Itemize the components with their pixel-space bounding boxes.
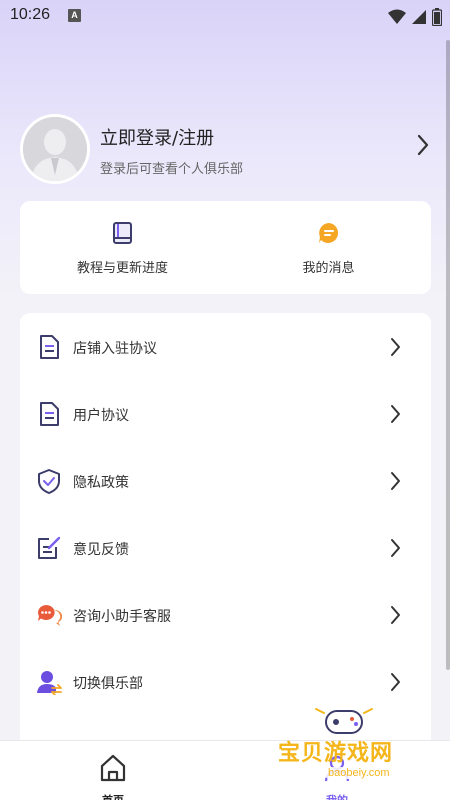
chevron-right-icon: [391, 405, 400, 423]
status-time: 10:26: [10, 6, 51, 23]
status-icons: [387, 6, 442, 26]
chat-bubbles-icon: [38, 604, 62, 626]
chevron-right-icon: [391, 539, 400, 557]
list-item-label: 意见反馈: [73, 542, 129, 558]
default-avatar-icon: [23, 117, 87, 181]
list-item-label: 切换俱乐部: [73, 676, 143, 692]
list-item-privacy-policy[interactable]: 隐私政策: [20, 447, 431, 514]
watermark-text: 宝贝游戏网: [278, 741, 394, 766]
quick-actions-card: 教程与更新进度 我的消息: [20, 201, 431, 294]
wifi-icon: [387, 9, 406, 24]
signal-icon: [411, 9, 426, 24]
watermark-url: baobeiy.com: [324, 767, 394, 779]
login-hint: 登录后可查看个人俱乐部: [100, 162, 244, 177]
chevron-right-icon: [391, 673, 400, 691]
list-item-label: 用户协议: [73, 408, 129, 424]
document-icon: [40, 402, 59, 426]
nav-home-tab[interactable]: 首页: [83, 749, 143, 800]
scrollbar[interactable]: [446, 40, 450, 670]
chevron-right-icon: [391, 338, 400, 356]
list-item-label: 店铺入驻协议: [73, 341, 157, 357]
home-icon: [100, 754, 126, 782]
chevron-right-icon: [391, 606, 400, 624]
list-item-label: 咨询小助手客服: [73, 609, 171, 625]
user-switch-icon: [37, 671, 62, 695]
chevron-right-icon[interactable]: [416, 134, 430, 156]
login-register-title[interactable]: 立即登录/注册: [100, 124, 214, 150]
my-messages-button[interactable]: 我的消息: [226, 201, 431, 294]
edit-icon: [38, 536, 61, 559]
status-bar: 10:26 A: [0, 0, 450, 32]
battery-icon: [432, 7, 442, 26]
tutorial-update-label: 教程与更新进度: [76, 261, 168, 276]
message-icon: [318, 223, 338, 243]
tutorial-update-button[interactable]: 教程与更新进度: [20, 201, 225, 294]
my-messages-label: 我的消息: [302, 261, 355, 276]
shield-check-icon: [38, 469, 60, 494]
nav-mine-label: 我的: [307, 792, 367, 800]
settings-list: 店铺入驻协议 用户协议 隐私政策 意见反馈 咨询小助手客服 切换俱乐部: [20, 313, 431, 763]
document-icon: [40, 335, 59, 359]
chevron-right-icon: [391, 472, 400, 490]
avatar[interactable]: [20, 114, 90, 184]
login-profile-row[interactable]: 立即登录/注册 登录后可查看个人俱乐部: [20, 114, 432, 186]
gamepad-logo-icon: [315, 708, 373, 734]
list-item-customer-service[interactable]: 咨询小助手客服: [20, 581, 431, 648]
list-item-feedback[interactable]: 意见反馈: [20, 514, 431, 581]
list-item-user-agreement[interactable]: 用户协议: [20, 380, 431, 447]
watermark: 宝贝游戏网 baobeiy.com: [272, 703, 432, 783]
list-item-label: 隐私政策: [73, 475, 129, 491]
a-badge-icon: A: [68, 9, 81, 22]
list-item-store-agreement[interactable]: 店铺入驻协议: [20, 313, 431, 380]
book-icon: [112, 222, 132, 244]
nav-home-label: 首页: [83, 792, 143, 800]
